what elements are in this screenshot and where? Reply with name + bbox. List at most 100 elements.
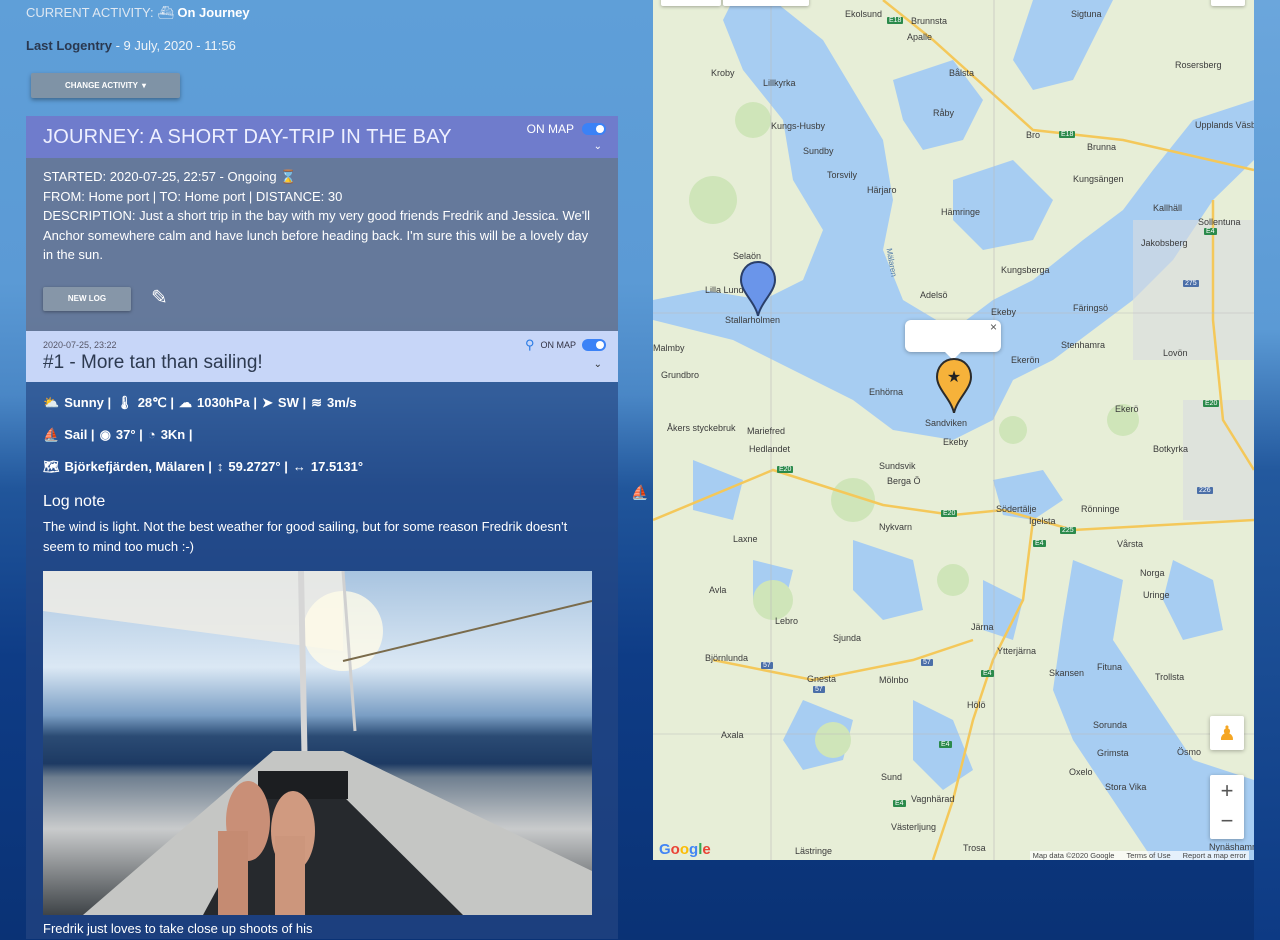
map-place-label: Sigtuna	[1071, 9, 1102, 19]
map-place-label: Laxne	[733, 534, 758, 544]
sailing-stats: ⛵ Sail | ◉ 37° | ◔ 3Kn |	[43, 427, 601, 459]
fullscreen-button[interactable]	[1211, 0, 1245, 6]
journey-on-map-label: ON MAP	[526, 122, 574, 136]
current-activity-value: On Journey	[177, 5, 250, 20]
new-log-button[interactable]: NEW LOG	[43, 286, 131, 311]
map-place-label: Botkyrka	[1153, 444, 1189, 454]
star-map-marker[interactable]: ★	[934, 357, 974, 413]
blue-map-marker[interactable]	[738, 260, 778, 316]
map-place-label: Gnesta	[807, 674, 837, 684]
map-place-label: Vagnhärad	[911, 794, 955, 804]
road-shield: E20	[941, 510, 958, 517]
map-place-label: Hämringe	[941, 207, 981, 217]
zoom-in-button[interactable]: +	[1221, 775, 1234, 807]
hourglass-icon: ⌛	[280, 169, 297, 184]
speedometer-icon: ◔	[147, 427, 156, 442]
map-place-label: Sundby	[803, 146, 834, 156]
journey-on-map: ON MAP	[527, 122, 606, 136]
map-place-label: Trosa	[963, 843, 986, 853]
road-shield: E4	[1033, 540, 1046, 547]
log-on-map-toggle[interactable]	[582, 339, 606, 351]
map-place-label: Uringe	[1143, 590, 1170, 600]
weather: Sunny |	[64, 395, 112, 410]
map-place-label: Ekolsund	[845, 9, 883, 19]
edit-icon[interactable]: ✎	[151, 288, 168, 309]
journey-header[interactable]: JOURNEY: A SHORT DAY-TRIP IN THE BAY ON …	[26, 116, 618, 158]
road-shield: 226	[1197, 487, 1213, 494]
map-place-label: Rönninge	[1081, 504, 1120, 514]
map-place-label: Adelsö	[920, 290, 948, 300]
map-place-label: Kungsberga	[1001, 265, 1050, 275]
map-place-label: Sjunda	[833, 633, 862, 643]
road-shield: 57	[813, 686, 825, 693]
map-place-label: Ösmo	[1177, 747, 1202, 757]
log-on-map: ⚲ ON MAP	[525, 337, 606, 353]
road-shield: E4	[939, 741, 952, 748]
map[interactable]: Ekolsund Brunnsta Apalle Sigtuna Bålsta Roser…	[653, 0, 1254, 860]
map-place-label: Trollsta	[1155, 672, 1185, 682]
journey-details: STARTED: 2020-07-25, 22:57 - Ongoing ⌛ F…	[26, 158, 618, 331]
road-shield: 57	[761, 662, 773, 669]
map-place-label: Färingsö	[1073, 303, 1109, 313]
road-shield: E4	[981, 670, 994, 677]
map-icon: 🗺	[43, 459, 60, 474]
log-photo[interactable]	[43, 571, 592, 915]
last-logentry-value: - 9 July, 2020 - 11:56	[115, 38, 236, 53]
log-title: #1 - More tan than sailing!	[43, 352, 263, 373]
map-pin-icon: ⚲	[524, 337, 535, 352]
log-header[interactable]: 2020-07-25, 23:22 #1 - More tan than sai…	[26, 331, 618, 382]
sail-mode: Sail |	[64, 427, 95, 442]
temperature: 28℃ |	[137, 395, 174, 410]
latitude-icon: ↕	[216, 459, 224, 474]
map-place-label: Ekeby	[991, 307, 1017, 317]
change-activity-button[interactable]: CHANGE ACTIVITY ▾	[31, 73, 180, 98]
log-note-text: The wind is light. Not the best weather …	[43, 519, 568, 554]
close-icon[interactable]: ×	[990, 320, 997, 334]
pegman-icon[interactable]: ♟	[1210, 716, 1244, 750]
map-place-label: Bro	[1026, 130, 1041, 140]
road-shield: E18	[887, 17, 904, 24]
map-place-label: Sorunda	[1093, 720, 1128, 730]
log-body: ⛅ Sunny | 🌡 28℃ | ☁ 1030hPa | ➤ SW | ≋ 3m/s ⛵…	[26, 382, 618, 939]
map-info-window: ×	[905, 320, 1001, 360]
road-shield: 225	[1060, 527, 1076, 534]
map-type-control[interactable]	[723, 0, 809, 6]
last-logentry: Last Logentry - 9 July, 2020 - 11:56	[26, 38, 236, 53]
log-on-map-label: ON MAP	[540, 340, 576, 350]
map-place-label: Stenhamra	[1061, 340, 1106, 350]
map-place-label: Fituna	[1097, 662, 1123, 672]
photo-caption: Fredrik just loves to take close up shoo…	[43, 921, 313, 936]
terms-of-use-link[interactable]: Terms of Use	[1126, 851, 1170, 860]
thermometer-icon: 🌡	[116, 395, 133, 410]
cloud-icon: ☁	[179, 395, 192, 410]
map-place-label: Västerljung	[891, 822, 937, 832]
road-shield: E20	[777, 466, 794, 473]
journey-panel: JOURNEY: A SHORT DAY-TRIP IN THE BAY ON …	[26, 116, 618, 940]
change-activity-label: CHANGE ACTIVITY	[64, 81, 139, 90]
log-note-title: Log note	[43, 493, 106, 510]
map-place-label: Skansen	[1049, 668, 1085, 678]
journey-on-map-toggle[interactable]	[582, 123, 606, 135]
chevron-down-icon[interactable]: ⌄	[594, 141, 602, 152]
map-place-label: Björnlunda	[705, 653, 749, 663]
map-place-label: Norga	[1140, 568, 1165, 578]
log-date: 2020-07-25, 23:22	[43, 340, 117, 350]
svg-text:★: ★	[947, 367, 961, 386]
pressure: 1030hPa |	[197, 395, 258, 410]
latitude: 59.2727° |	[228, 459, 288, 474]
map-place-label: Kungsängen	[1073, 174, 1124, 184]
map-place-label: Enhörna	[869, 387, 904, 397]
road-shield: E4	[893, 800, 906, 807]
map-type-control[interactable]	[661, 0, 721, 6]
map-place-label: Råby	[933, 108, 955, 118]
map-place-label: Sund	[881, 772, 903, 782]
map-place-label: Lästringe	[795, 846, 833, 856]
map-place-label: Ekeby	[943, 437, 969, 447]
chevron-down-icon[interactable]: ⌄	[594, 359, 602, 370]
report-map-error-link[interactable]: Report a map error	[1183, 851, 1246, 860]
map-place-label: Malmby	[653, 343, 685, 353]
map-place-label: Brunna	[1087, 142, 1117, 152]
map-place-label: Kallhäll	[1153, 203, 1183, 213]
map-place-label: Åkers styckebruk	[667, 423, 736, 433]
zoom-out-button[interactable]: −	[1221, 807, 1234, 839]
